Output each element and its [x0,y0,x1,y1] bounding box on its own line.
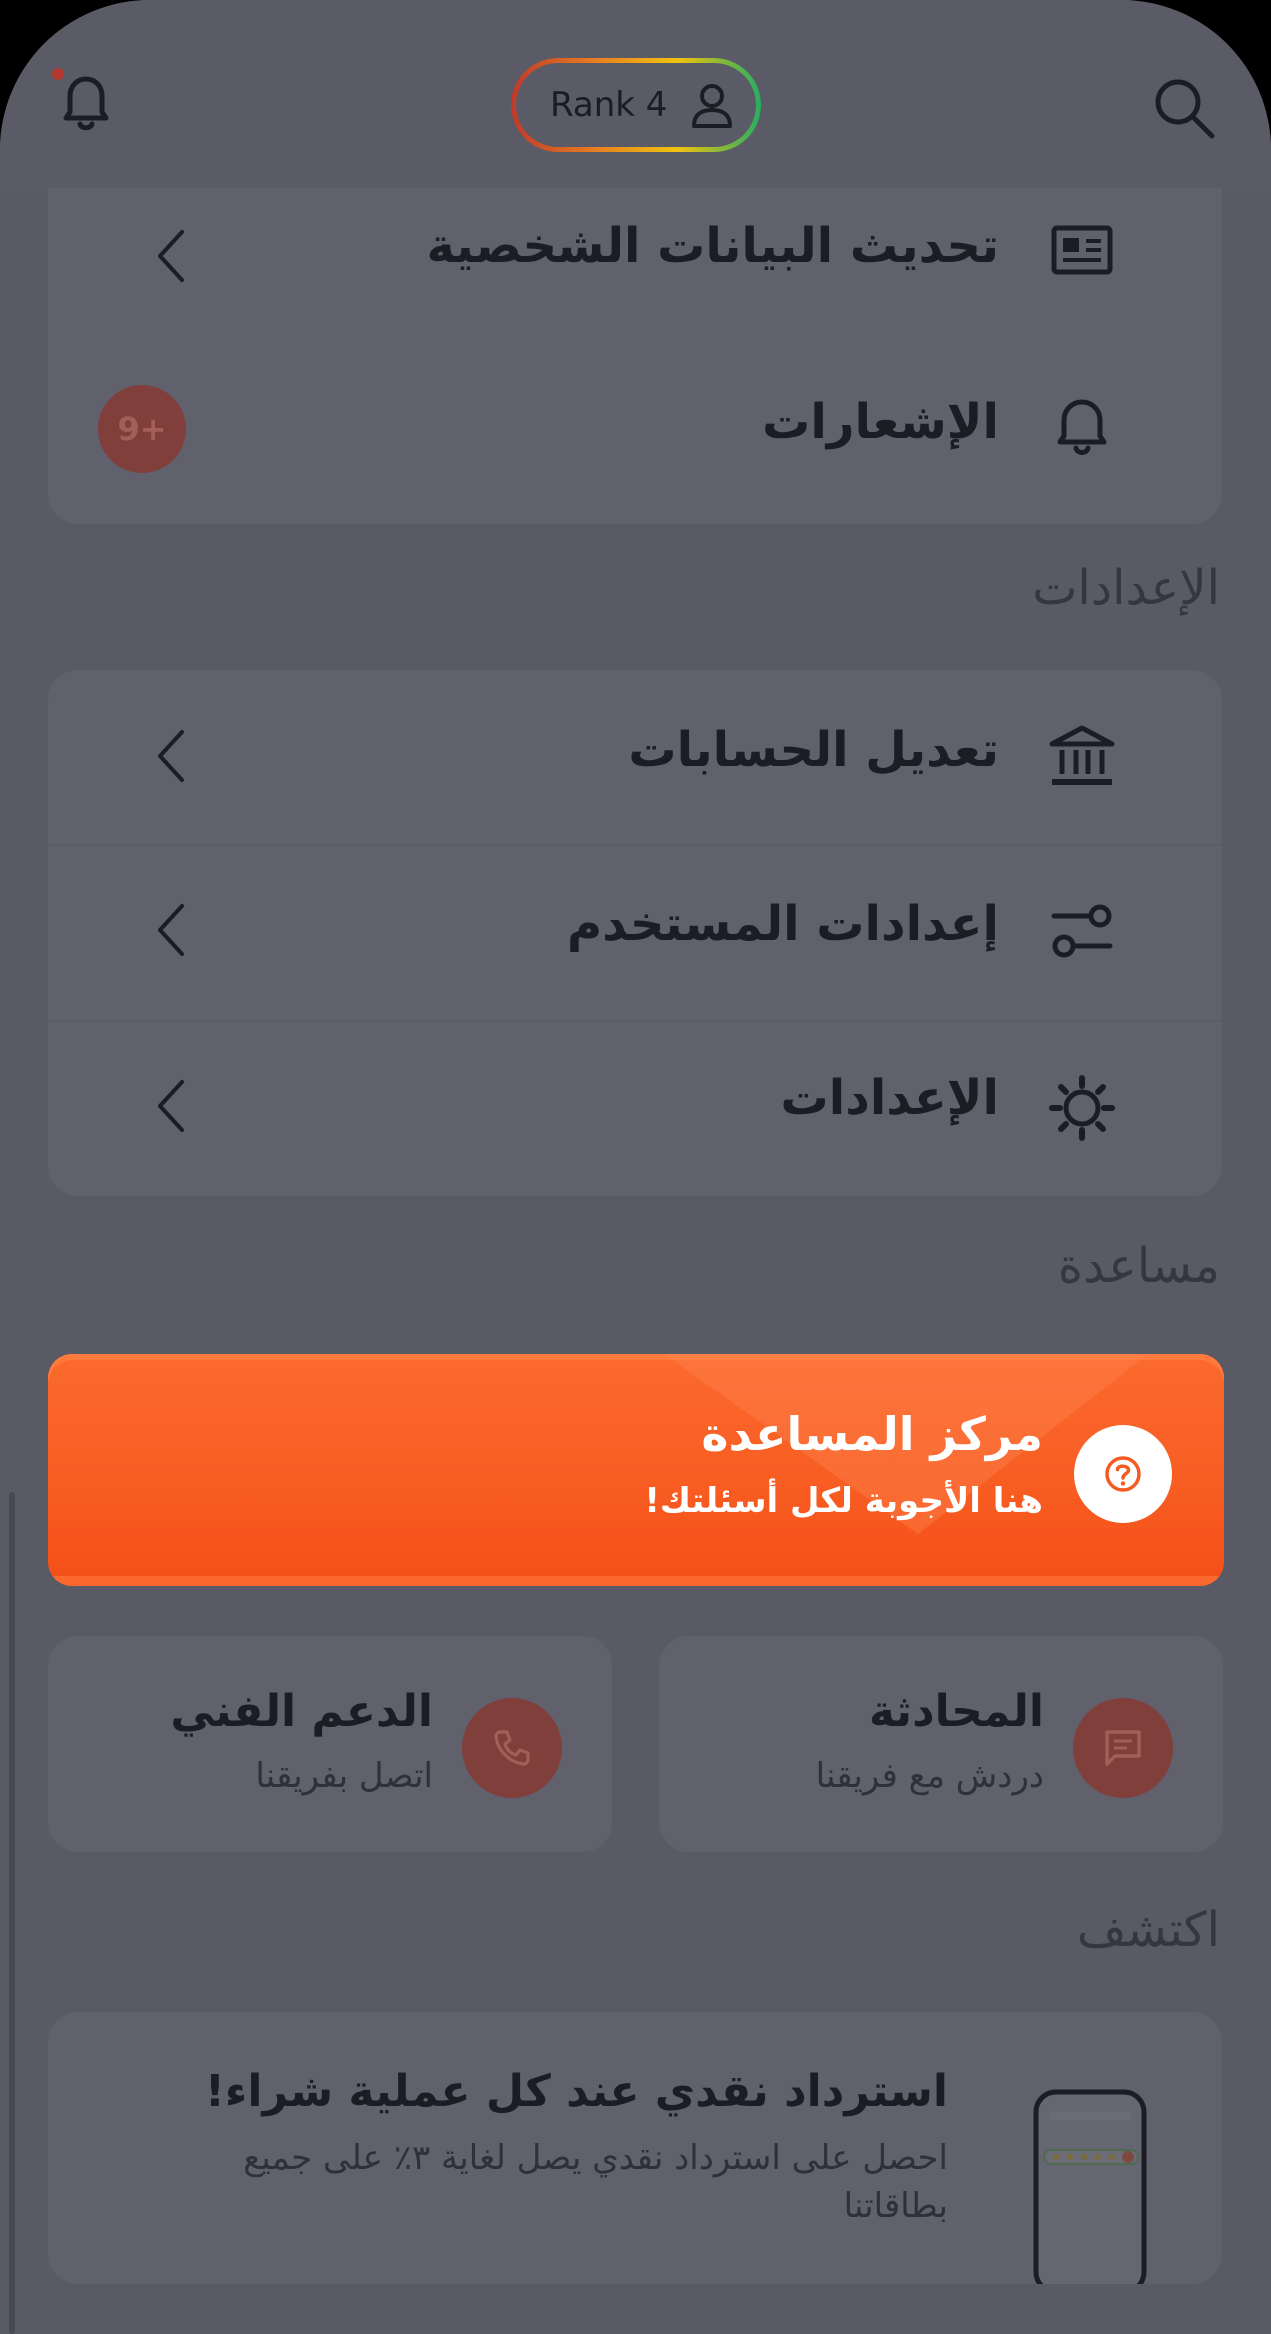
question-icon [1105,1456,1141,1492]
bell-icon [1057,399,1107,455]
help-section-title: مساعدة [1057,1238,1220,1294]
chat-title: المحادثة [868,1686,1044,1737]
notifications-label: الإشعارات [762,394,999,450]
cashback-promo-card[interactable]: استرداد نقدي عند كل عملية شراء! احصل على… [48,2012,1222,2284]
settings-section-title: الإعدادات [1032,560,1220,616]
update-profile-label: تحديث البيانات الشخصية [426,218,999,274]
settings-label: الإعدادات [780,1070,999,1126]
chevron-left-icon [158,730,184,782]
chat-card[interactable]: المحادثة دردش مع فريقنا [659,1636,1223,1852]
cashback-promo-subtitle: احصل على استرداد نقدي يصل لغاية ٣٪ على ج… [243,2138,948,2226]
bank-icon [1049,725,1115,785]
user-settings-row[interactable]: إعدادات المستخدم [48,846,1222,1020]
support-card[interactable]: الدعم الفني اتصل بفريقنا [48,1636,612,1852]
settings-card: تعديل الحسابات إعدادات المستخدم الإعدادا… [48,670,1222,1196]
top-bar: Rank 4 [0,0,1271,188]
chevron-left-icon [158,230,184,282]
banner-shape [664,1354,1148,1534]
sliders-icon [1051,904,1113,958]
chat-icon [1105,1730,1141,1766]
help-center-banner[interactable]: مركز المساعدة هنا الأجوبة لكل أسئلتك! [48,1354,1224,1586]
chevron-left-icon [158,904,184,956]
rank-pill[interactable]: Rank 4 [511,58,761,152]
phone-cashback-illustration [1033,2089,1147,2284]
scrollbar[interactable] [9,1492,15,2334]
edit-accounts-row[interactable]: تعديل الحسابات [48,670,1222,844]
search-button[interactable] [1148,72,1220,144]
user-settings-label: إعدادات المستخدم [566,896,999,952]
settings-row[interactable]: الإعدادات [48,1022,1222,1196]
gear-icon [1049,1075,1115,1141]
cashback-promo-title: استرداد نقدي عند كل عملية شراء! [204,2066,948,2117]
id-card-icon [1051,225,1113,275]
notifications-row[interactable]: الإشعارات [48,348,1222,524]
notifications-button[interactable] [46,62,126,142]
phone-icon [494,1730,530,1766]
phone-icon-circle [462,1698,562,1798]
support-subtitle: اتصل بفريقنا [255,1756,433,1796]
notifications-count-badge: 9+ [98,385,186,473]
help-icon-circle [1074,1425,1172,1523]
discover-section-title: اكتشف [1076,1902,1220,1958]
chat-icon-circle [1073,1698,1173,1798]
user-icon [692,84,732,128]
update-profile-row[interactable]: تحديث البيانات الشخصية [48,188,1222,348]
screen: Rank 4 تحديث البيانات الشخصية الإشعارات … [0,0,1271,2334]
support-title: الدعم الفني [170,1686,433,1737]
help-center-subtitle: هنا الأجوبة لكل أسئلتك! [644,1481,1043,1521]
search-icon [1155,79,1215,139]
account-card: تحديث البيانات الشخصية الإشعارات [48,188,1222,524]
rank-label: Rank 4 [550,85,668,125]
chat-subtitle: دردش مع فريقنا [815,1756,1044,1796]
chevron-left-icon [158,1080,184,1132]
edit-accounts-label: تعديل الحسابات [628,722,999,778]
help-center-title: مركز المساعدة [701,1407,1043,1461]
notification-dot [52,68,64,80]
